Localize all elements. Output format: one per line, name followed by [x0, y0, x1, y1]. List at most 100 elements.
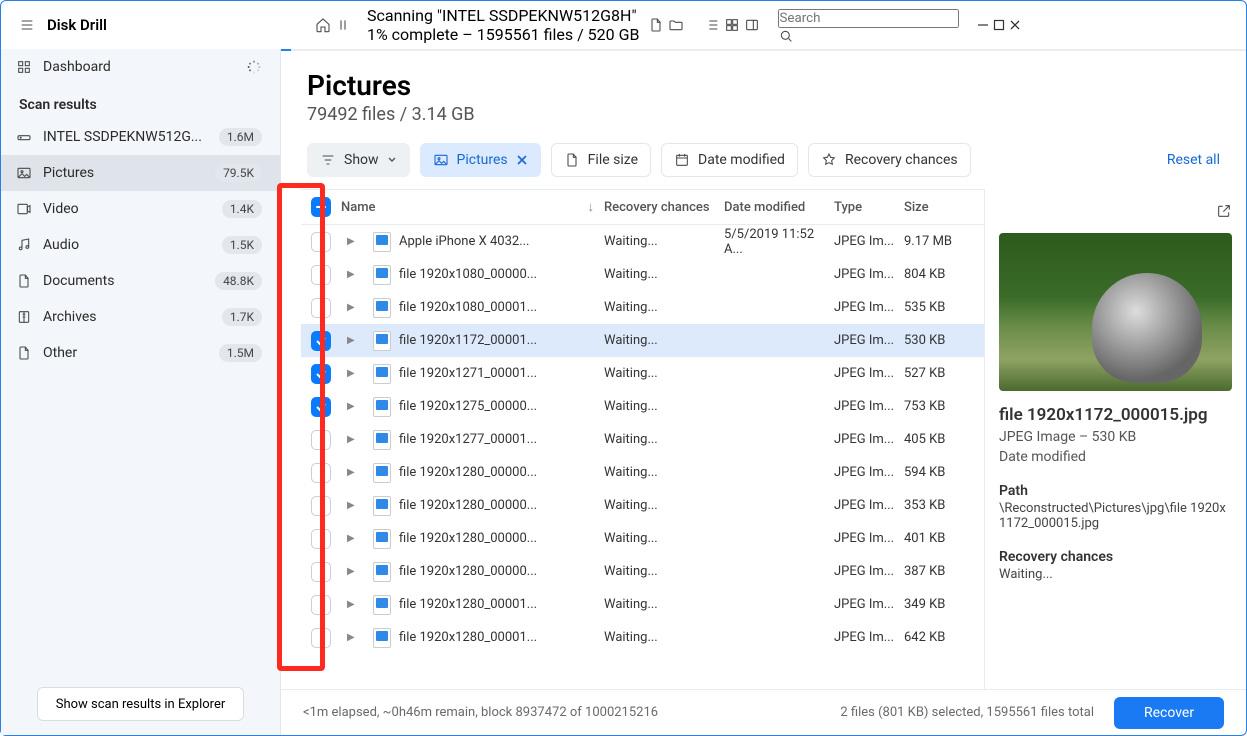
file-name: file 1920x1280_00001...: [399, 630, 537, 645]
close-icon[interactable]: [516, 154, 528, 166]
expand-icon[interactable]: ▶: [347, 401, 355, 412]
row-checkbox[interactable]: [311, 298, 331, 318]
row-checkbox[interactable]: [311, 496, 331, 516]
filter-pictures-label: Pictures: [457, 152, 508, 168]
file-type: JPEG Im...: [834, 399, 904, 414]
column-size[interactable]: Size: [904, 200, 984, 215]
dashboard-icon: [15, 59, 33, 75]
filter-datemod-label: Date modified: [698, 152, 785, 168]
preview-recovery-label: Recovery chances: [999, 549, 1232, 565]
select-all-checkbox[interactable]: [311, 197, 331, 217]
show-label: Show: [344, 152, 379, 168]
list-view-icon[interactable]: [704, 17, 720, 33]
show-in-explorer-button[interactable]: Show scan results in Explorer: [37, 687, 245, 721]
filter-filesize-label: File size: [588, 152, 638, 168]
column-date[interactable]: Date modified: [724, 200, 834, 215]
expand-icon[interactable]: ▶: [347, 269, 355, 280]
sidebar-item-audio[interactable]: Audio1.5K: [1, 227, 280, 263]
file-type-icon: [373, 298, 391, 318]
expand-icon[interactable]: ▶: [347, 467, 355, 478]
row-checkbox[interactable]: [311, 364, 331, 384]
table-row[interactable]: ▶file 1920x1172_00001...Waiting...JPEG I…: [301, 324, 984, 357]
table-row[interactable]: ▶file 1920x1280_00000...Waiting...JPEG I…: [301, 456, 984, 489]
table-row[interactable]: ▶file 1920x1271_00001...Waiting...JPEG I…: [301, 357, 984, 390]
row-checkbox[interactable]: [311, 628, 331, 648]
expand-icon[interactable]: ▶: [347, 335, 355, 346]
expand-icon[interactable]: ▶: [347, 302, 355, 313]
expand-icon[interactable]: ▶: [347, 434, 355, 445]
filter-recovery[interactable]: Recovery chances: [808, 143, 971, 177]
sidebar-item-badge: 48.8K: [215, 272, 262, 290]
sidebar-item-pictures[interactable]: Pictures79.5K: [1, 155, 280, 191]
column-name[interactable]: Name↓: [341, 199, 604, 215]
expand-icon[interactable]: ▶: [347, 236, 355, 247]
pause-button[interactable]: [335, 17, 351, 33]
sidebar-item-other[interactable]: Other1.5M: [1, 335, 280, 371]
sidebar-item-video[interactable]: Video1.4K: [1, 191, 280, 227]
column-recovery[interactable]: Recovery chances: [604, 200, 724, 215]
image-icon: [433, 152, 449, 168]
table-row[interactable]: ▶file 1920x1280_00001...Waiting...JPEG I…: [301, 621, 984, 654]
sidebar-item-archives[interactable]: Archives1.7K: [1, 299, 280, 335]
show-dropdown[interactable]: Show: [307, 143, 410, 177]
sidebar-item-documents[interactable]: Documents 48.8K: [1, 263, 280, 299]
row-checkbox[interactable]: [311, 529, 331, 549]
grid-view-icon[interactable]: [724, 17, 740, 33]
expand-icon[interactable]: ▶: [347, 599, 355, 610]
search-box[interactable]: [778, 7, 959, 44]
filter-filesize[interactable]: File size: [551, 143, 651, 177]
recover-button[interactable]: Recover: [1114, 697, 1224, 729]
row-checkbox[interactable]: [311, 562, 331, 582]
row-checkbox[interactable]: [311, 232, 331, 252]
row-checkbox[interactable]: [311, 463, 331, 483]
table-row[interactable]: ▶file 1920x1280_00000...Waiting...JPEG I…: [301, 555, 984, 588]
panel-view-icon[interactable]: [744, 17, 760, 33]
table-row[interactable]: ▶Apple iPhone X 4032...Waiting...5/5/201…: [301, 225, 984, 258]
file-type-icon: [373, 496, 391, 516]
table-row[interactable]: ▶file 1920x1280_00000...Waiting...JPEG I…: [301, 489, 984, 522]
table-row[interactable]: ▶file 1920x1275_00000...Waiting...JPEG I…: [301, 390, 984, 423]
filter-pictures[interactable]: Pictures: [420, 143, 541, 177]
sidebar-dashboard[interactable]: Dashboard: [1, 49, 280, 85]
expand-icon[interactable]: ▶: [347, 368, 355, 379]
search-icon: [778, 28, 794, 44]
sidebar-item-badge: 79.5K: [215, 164, 262, 182]
file-view-icon[interactable]: [648, 17, 664, 33]
file-type: JPEG Im...: [834, 333, 904, 348]
file-recovery: Waiting...: [604, 531, 724, 546]
expand-icon[interactable]: ▶: [347, 500, 355, 511]
expand-icon[interactable]: ▶: [347, 533, 355, 544]
sidebar-item-badge: 1.4K: [222, 200, 262, 218]
open-external-icon[interactable]: [1216, 203, 1232, 219]
selection-status: 2 files (801 KB) selected, 1595561 files…: [840, 705, 1094, 720]
folder-view-icon[interactable]: [668, 17, 684, 33]
table-row[interactable]: ▶file 1920x1080_00001...Waiting...JPEG I…: [301, 291, 984, 324]
sidebar-device[interactable]: INTEL SSDPEKNW512G... 1.6M: [1, 119, 280, 155]
menu-icon[interactable]: [19, 17, 35, 33]
column-type[interactable]: Type: [834, 200, 904, 215]
filter-recovery-label: Recovery chances: [845, 152, 958, 168]
row-checkbox[interactable]: [311, 397, 331, 417]
file-type-icon: [373, 463, 391, 483]
expand-icon[interactable]: ▶: [347, 632, 355, 643]
reset-filters-button[interactable]: Reset all: [1167, 152, 1220, 168]
preview-path-label: Path: [999, 483, 1232, 499]
file-type-icon: [373, 595, 391, 615]
row-checkbox[interactable]: [311, 265, 331, 285]
table-row[interactable]: ▶file 1920x1280_00000...Waiting...JPEG I…: [301, 522, 984, 555]
home-button[interactable]: [315, 17, 331, 33]
table-row[interactable]: ▶file 1920x1277_00001...Waiting...JPEG I…: [301, 423, 984, 456]
expand-icon[interactable]: ▶: [347, 566, 355, 577]
window-minimize-button[interactable]: [977, 19, 989, 31]
search-input[interactable]: [778, 9, 959, 28]
sidebar-item-label: Documents: [43, 273, 114, 289]
table-row[interactable]: ▶file 1920x1080_00000...Waiting...JPEG I…: [301, 258, 984, 291]
window-maximize-button[interactable]: [993, 19, 1005, 31]
window-close-button[interactable]: [1009, 19, 1021, 31]
table-row[interactable]: ▶file 1920x1280_00001...Waiting...JPEG I…: [301, 588, 984, 621]
row-checkbox[interactable]: [311, 331, 331, 351]
filter-datemodified[interactable]: Date modified: [661, 143, 798, 177]
row-checkbox[interactable]: [311, 595, 331, 615]
row-checkbox[interactable]: [311, 430, 331, 450]
file-name: file 1920x1172_00001...: [399, 333, 537, 348]
